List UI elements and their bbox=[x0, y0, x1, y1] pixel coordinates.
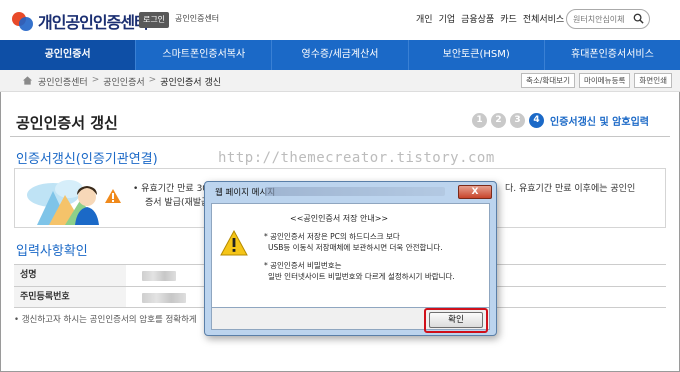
dialog-line-2: USB등 이동식 저장매체에 보관하시면 더욱 안전합니다. bbox=[268, 243, 443, 252]
topnav-business[interactable]: 기업 bbox=[439, 12, 456, 25]
topnav-personal[interactable]: 개인 bbox=[416, 12, 433, 25]
breadcrumb: 공인인증센터 > 공인인증서 > 공인인증서 갱신 bbox=[38, 75, 221, 88]
redacted-value bbox=[142, 293, 186, 303]
tab-receipt-tax-invoice[interactable]: 영수증/세금계산서 bbox=[272, 40, 409, 70]
watermark: http://themecreator.tistory.com bbox=[218, 150, 495, 166]
search-box bbox=[566, 9, 650, 29]
site-subtitle: 공인인증센터 bbox=[175, 14, 220, 23]
renewal-note-line2: 증서 발급(재발급 bbox=[145, 198, 210, 208]
topnav-card[interactable]: 카드 bbox=[500, 12, 517, 25]
breadcrumb-bar: 공인인증센터 > 공인인증서 > 공인인증서 갱신 축소/확대보기 마이메뉴등록… bbox=[0, 70, 680, 92]
tab-smartphone-copy[interactable]: 스마트폰인증서복사 bbox=[136, 40, 273, 70]
password-footnote: • 갱신하고자 하시는 공인인증서의 암호를 정확하게 bbox=[14, 315, 197, 325]
web-page-message-dialog: 웹 페이지 메시지 X <<공인인증서 저장 안내>> * 공인인증서 저장은 … bbox=[204, 181, 497, 336]
page-title: 공인인증서 갱신 bbox=[16, 114, 118, 132]
logo-text: 개인공인인증센터 bbox=[38, 13, 149, 32]
breadcrumb-item-certificate[interactable]: 공인인증서 bbox=[103, 75, 144, 88]
login-button[interactable]: 로그인 bbox=[139, 12, 169, 28]
main-nav: 공인인증서 스마트폰인증서복사 영수증/세금계산서 보안토큰(HSM) 휴대폰인… bbox=[0, 40, 680, 70]
dialog-body: <<공인인증서 저장 안내>> * 공인인증서 저장은 PC의 하드디스크 보다… bbox=[211, 203, 490, 308]
title-divider bbox=[10, 136, 670, 137]
support-agent-illustration bbox=[27, 180, 121, 225]
section-title-confirm: 입력사항확인 bbox=[16, 244, 88, 259]
breadcrumb-item-current: 공인인증서 갱신 bbox=[160, 78, 222, 88]
home-icon[interactable] bbox=[22, 75, 33, 86]
tab-certificate[interactable]: 공인인증서 bbox=[0, 40, 137, 70]
ok-button[interactable]: 확인 bbox=[429, 312, 483, 328]
breadcrumb-separator: > bbox=[91, 75, 100, 85]
breadcrumb-item-center[interactable]: 공인인증센터 bbox=[38, 75, 88, 88]
site-logo[interactable]: 개인공인인증센터 bbox=[12, 9, 149, 33]
top-nav: 개인 기업 금융상품 카드 전체서비스 bbox=[416, 12, 570, 25]
step-2: 2 bbox=[491, 113, 506, 128]
my-menu-button[interactable]: 마이메뉴등록 bbox=[578, 73, 631, 88]
section-title-renewal: 인증서갱신(인증기관연결) bbox=[16, 152, 158, 167]
topnav-financial-products[interactable]: 금융상품 bbox=[461, 12, 494, 25]
step-1: 1 bbox=[472, 113, 487, 128]
logo-mark-icon bbox=[12, 10, 34, 32]
renewal-note-line1-end: 다. 유효기간 만료 이후에는 공인인 bbox=[505, 184, 636, 194]
dialog-line-1: * 공인인증서 저장은 PC의 하드디스크 보다 bbox=[264, 232, 400, 241]
warning-icon bbox=[220, 230, 248, 256]
search-icon[interactable] bbox=[633, 13, 644, 24]
step-indicator: 1 2 3 4 인증서갱신 및 암호입력 bbox=[472, 113, 649, 128]
print-button[interactable]: 화면인쇄 bbox=[634, 73, 672, 88]
renewal-note-line1-start: • 유효기간 만료 30 bbox=[133, 184, 209, 194]
tab-mobile-certificate[interactable]: 휴대폰인증서서비스 bbox=[545, 40, 680, 70]
redacted-value bbox=[142, 271, 176, 281]
page-tools: 축소/확대보기 마이메뉴등록 화면인쇄 bbox=[521, 73, 672, 88]
close-button[interactable]: X bbox=[458, 185, 492, 199]
dialog-line-3: * 공인인증서 비밀번호는 bbox=[264, 261, 342, 270]
tab-security-token[interactable]: 보안토큰(HSM) bbox=[409, 40, 545, 70]
breadcrumb-separator: > bbox=[148, 75, 157, 85]
row-label-resident-number: 주민등록번호 bbox=[14, 287, 126, 307]
search-input[interactable] bbox=[573, 13, 633, 26]
dialog-line-4: 일반 인터넷사이트 비밀번호와 다르게 설정하시기 바랍니다. bbox=[268, 272, 455, 281]
site-header: 개인공인인증센터 로그인 공인인증센터 개인 기업 금융상품 카드 전체서비스 bbox=[0, 0, 680, 40]
step-3: 3 bbox=[510, 113, 525, 128]
dialog-heading: <<공인인증서 저장 안내>> bbox=[290, 214, 389, 223]
topnav-all-services[interactable]: 전체서비스 bbox=[523, 12, 570, 25]
step-label: 인증서갱신 및 암호입력 bbox=[550, 117, 649, 128]
row-label-name: 성명 bbox=[14, 265, 126, 286]
dialog-title-blurred bbox=[265, 187, 445, 196]
zoom-button[interactable]: 축소/확대보기 bbox=[521, 73, 575, 88]
step-4: 4 bbox=[529, 113, 544, 128]
